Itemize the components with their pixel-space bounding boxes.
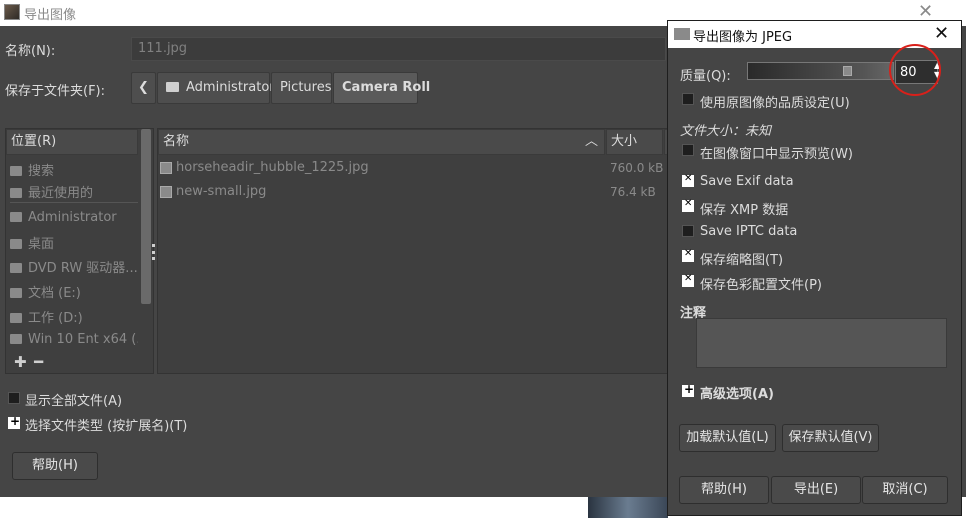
main-help-button[interactable]: 帮助(H) xyxy=(12,452,98,480)
jpeg-close-icon[interactable]: ✕ xyxy=(934,23,949,44)
advanced-options-expander[interactable]: 高级选项(A) xyxy=(700,383,774,402)
folder-icon xyxy=(10,212,22,222)
size-column-header[interactable]: 大小 xyxy=(606,129,663,155)
save-xmp-checkbox[interactable] xyxy=(682,198,694,212)
file-name: horseheadir_hubble_1225.jpg xyxy=(176,160,369,175)
cancel-button[interactable]: 取消(C) xyxy=(862,476,948,504)
main-close-icon[interactable]: ✕ xyxy=(918,1,933,22)
annotation-circle xyxy=(889,44,941,96)
place-label: 工作 (D:) xyxy=(28,311,83,326)
breadcrumb-label: Camera Roll xyxy=(342,80,431,95)
breadcrumb-administrator[interactable]: Administrator xyxy=(157,72,275,104)
save-thumbnail-label: 保存缩略图(T) xyxy=(700,253,784,268)
sort-up-icon: ︿ xyxy=(585,134,599,149)
save-thumbnail-checkbox[interactable] xyxy=(682,248,694,262)
pane-resize-handle[interactable] xyxy=(152,244,155,260)
save-defaults-button[interactable]: 保存默认值(V) xyxy=(782,424,879,452)
places-scrollbar[interactable] xyxy=(141,129,151,304)
gimp-app-icon xyxy=(4,4,20,20)
place-work-d[interactable]: 工作 (D:) xyxy=(10,307,138,326)
place-label: 文档 (E:) xyxy=(28,286,81,301)
drive-icon xyxy=(10,313,22,323)
column-header-label: 大小 xyxy=(611,134,638,149)
search-icon xyxy=(10,166,22,176)
show-preview-checkbox[interactable] xyxy=(682,144,694,156)
folder-icon xyxy=(10,239,22,249)
add-place-icon[interactable]: ✚ xyxy=(14,353,27,371)
place-label: 最近使用的 xyxy=(28,186,94,201)
place-label: Win 10 Ent x64 (... xyxy=(28,332,138,347)
use-original-quality-checkbox[interactable] xyxy=(682,93,694,105)
quality-label: 质量(Q): xyxy=(680,69,731,84)
quality-slider-handle[interactable] xyxy=(842,66,852,76)
load-defaults-button[interactable]: 加载默认值(L) xyxy=(679,424,776,452)
gimp-wilber-icon xyxy=(674,28,690,40)
remove-place-icon[interactable]: ━ xyxy=(34,353,43,371)
breadcrumb-camera-roll[interactable]: Camera Roll xyxy=(333,72,430,104)
save-xmp-label: 保存 XMP 数据 xyxy=(700,203,789,218)
breadcrumb-pictures[interactable]: Pictures xyxy=(271,72,332,104)
name-input[interactable]: 111.jpg xyxy=(131,37,666,61)
main-dialog-title: 导出图像 xyxy=(24,8,77,23)
places-pane: 位置(R) 搜索 最近使用的 Administrator 桌面 DVD RW 驱… xyxy=(5,128,154,374)
comment-textarea[interactable] xyxy=(696,318,947,368)
save-exif-checkbox[interactable] xyxy=(682,173,694,187)
name-column-header[interactable]: 名称 ︿ xyxy=(158,129,605,155)
place-recent[interactable]: 最近使用的 xyxy=(10,182,138,201)
show-all-files-label: 显示全部文件(A) xyxy=(25,394,123,409)
files-pane: 名称 ︿ 大小 horseheadir_hubble_1225.jpg 760.… xyxy=(157,128,670,374)
save-iptc-label: Save IPTC data xyxy=(700,224,798,239)
save-exif-label: Save Exif data xyxy=(700,174,794,189)
file-name: new-small.jpg xyxy=(176,184,267,199)
jpeg-help-button[interactable]: 帮助(H) xyxy=(679,476,769,504)
select-file-type-label[interactable]: 选择文件类型 (按扩展名)(T) xyxy=(25,415,187,434)
advanced-expand-icon[interactable] xyxy=(682,382,694,397)
place-label: DVD RW 驱动器... xyxy=(28,261,138,276)
place-win10[interactable]: Win 10 Ent x64 (... xyxy=(10,332,138,347)
export-button[interactable]: 导出(E) xyxy=(771,476,861,504)
place-docs-e[interactable]: 文档 (E:) xyxy=(10,282,138,301)
jpeg-export-dialog: 导出图像为 JPEG ✕ 质量(Q): 80 ▲ ▼ 使用原图像的品质设定(U) … xyxy=(667,20,962,516)
show-preview-label: 在图像窗口中显示预览(W) xyxy=(700,147,853,162)
image-file-icon xyxy=(160,186,172,198)
save-color-profile-label: 保存色彩配置文件(P) xyxy=(700,278,822,293)
file-size: 76.4 kB xyxy=(610,185,656,199)
place-administrator[interactable]: Administrator xyxy=(10,210,138,225)
drive-icon xyxy=(10,288,22,298)
places-divider xyxy=(10,202,138,203)
column-header-label: 名称 xyxy=(163,134,190,149)
breadcrumb-label: Administrator xyxy=(186,80,275,95)
folder-icon xyxy=(166,82,179,92)
save-color-profile-checkbox[interactable] xyxy=(682,273,694,287)
place-label: 搜索 xyxy=(28,164,55,179)
file-size-label: 文件大小：未知 xyxy=(680,124,772,139)
use-original-quality-label: 使用原图像的品质设定(U) xyxy=(700,96,850,111)
jpeg-dialog-title: 导出图像为 JPEG xyxy=(693,30,793,45)
file-size: 760.0 kB xyxy=(610,161,664,175)
place-search[interactable]: 搜索 xyxy=(10,160,138,179)
drive-icon xyxy=(10,334,22,344)
breadcrumb-back-button[interactable]: ❮ xyxy=(131,72,156,104)
place-desktop[interactable]: 桌面 xyxy=(10,233,138,252)
place-dvd-drive[interactable]: DVD RW 驱动器... xyxy=(10,257,138,276)
name-label: 名称(N): xyxy=(5,44,56,59)
place-label: Administrator xyxy=(28,210,117,225)
drive-icon xyxy=(10,263,22,273)
image-file-icon xyxy=(160,162,172,174)
quality-slider[interactable] xyxy=(747,62,894,80)
recent-icon xyxy=(10,188,22,198)
places-column-header[interactable]: 位置(R) xyxy=(6,129,138,155)
chevron-left-icon: ❮ xyxy=(138,80,149,95)
expand-plus-icon[interactable] xyxy=(8,414,20,429)
place-label: 桌面 xyxy=(28,237,55,252)
folder-label: 保存于文件夹(F): xyxy=(5,84,106,99)
background-image-preview xyxy=(588,497,668,518)
show-all-files-checkbox[interactable] xyxy=(8,392,20,404)
breadcrumb-label: Pictures xyxy=(280,80,332,95)
save-iptc-checkbox[interactable] xyxy=(682,225,694,237)
